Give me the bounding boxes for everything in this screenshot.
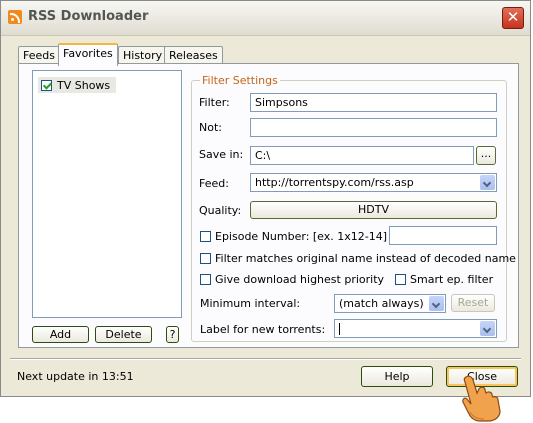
rss-icon [8, 10, 22, 24]
episode-number-label: Episode Number: [ex. 1x12-14] [215, 230, 388, 243]
episode-number-input[interactable] [389, 226, 497, 245]
filter-input[interactable]: Simpsons [250, 93, 497, 112]
min-interval-select[interactable]: (match always) [334, 294, 446, 313]
match-original-label: Filter matches original name instead of … [215, 252, 516, 265]
not-input[interactable] [250, 118, 497, 137]
favorites-list[interactable]: TV Shows [32, 70, 182, 318]
feed-value: http://torrentspy.com/rss.asp [255, 176, 414, 189]
browse-button[interactable]: ... [476, 146, 496, 165]
tab-releases[interactable]: Releases [164, 46, 223, 64]
delete-button[interactable]: Delete [95, 326, 152, 343]
chevron-down-icon[interactable] [480, 175, 495, 190]
title-bar[interactable]: RSS Downloader ✕ [1, 1, 530, 36]
next-update-status: Next update in 13:51 [17, 370, 134, 383]
rss-downloader-window: RSS Downloader ✕ Feeds Favorites History… [0, 0, 531, 397]
tv-shows-checkbox[interactable] [41, 79, 52, 91]
list-item-label: TV Shows [57, 78, 111, 92]
highest-priority-label: Give download highest priority [215, 273, 385, 286]
hand-cursor-icon [462, 375, 501, 422]
smart-ep-checkbox[interactable] [395, 274, 406, 285]
filter-settings-legend: Filter Settings [200, 74, 280, 87]
min-interval-label: Minimum interval: [200, 297, 301, 310]
match-original-option[interactable]: Filter matches original name instead of … [200, 252, 516, 265]
help-button[interactable]: Help [361, 366, 433, 387]
quality-button[interactable]: HDTV [250, 201, 497, 219]
min-interval-value: (match always) [339, 297, 424, 310]
text-caret [339, 323, 340, 335]
tab-feeds[interactable]: Feeds [18, 46, 60, 64]
episode-number-checkbox[interactable] [200, 231, 211, 242]
list-item[interactable]: TV Shows [38, 77, 117, 93]
window-title: RSS Downloader [28, 9, 149, 24]
match-original-checkbox[interactable] [200, 253, 211, 264]
chevron-down-icon[interactable] [429, 296, 444, 311]
episode-number-option[interactable]: Episode Number: [ex. 1x12-14] [200, 230, 387, 243]
smart-ep-option[interactable]: Smart ep. filter [395, 273, 493, 286]
quality-label: Quality: [199, 204, 242, 217]
feed-label: Feed: [199, 177, 229, 190]
highest-priority-option[interactable]: Give download highest priority [200, 273, 384, 286]
label-new-torrents-label: Label for new torrents: [200, 323, 326, 336]
save-in-input[interactable]: C:\ [250, 146, 474, 165]
filter-help-button[interactable]: ? [166, 326, 179, 343]
tab-history[interactable]: History [118, 46, 168, 64]
footer-divider [10, 358, 521, 360]
reset-button[interactable]: Reset [451, 294, 495, 312]
label-new-torrents-select[interactable] [334, 319, 497, 338]
tab-favorites[interactable]: Favorites [58, 43, 118, 66]
highest-priority-checkbox[interactable] [200, 274, 211, 285]
not-label: Not: [199, 121, 222, 134]
save-in-label: Save in: [199, 148, 244, 161]
smart-ep-label: Smart ep. filter [410, 273, 494, 286]
feed-select[interactable]: http://torrentspy.com/rss.asp [250, 173, 497, 192]
chevron-down-icon[interactable] [480, 321, 495, 336]
add-button[interactable]: Add [32, 326, 89, 343]
filter-label: Filter: [199, 96, 230, 109]
close-window-button[interactable]: ✕ [502, 7, 524, 29]
